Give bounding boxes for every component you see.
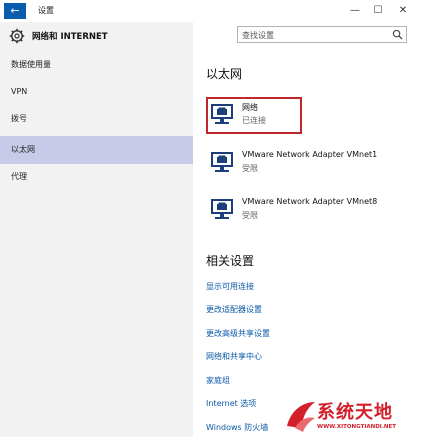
minimize-button[interactable]: — xyxy=(344,2,366,20)
network-status: 受限 xyxy=(242,211,258,220)
sidebar-header: 网络和 INTERNET xyxy=(0,22,193,48)
link-show-available[interactable]: 显示可用连接 xyxy=(206,281,254,292)
link-sharing-center[interactable]: 网络和共享中心 xyxy=(206,351,262,362)
watermark: 系统天地 WWW.XITONGTIANDI.NET xyxy=(281,396,421,436)
link-advanced-sharing[interactable]: 更改高级共享设置 xyxy=(206,328,270,339)
network-monitor-icon xyxy=(211,104,233,124)
sidebar-item-ethernet[interactable]: 以太网 xyxy=(0,136,193,164)
search-placeholder: 查找设置 xyxy=(242,31,274,40)
watermark-logo-icon xyxy=(287,402,315,432)
watermark-url: WWW.XITONGTIANDI.NET xyxy=(317,424,397,430)
link-homegroup[interactable]: 家庭组 xyxy=(206,375,230,386)
section-title-ethernet: 以太网 xyxy=(206,67,243,81)
network-name: 网络 xyxy=(242,103,258,112)
network-status: 受限 xyxy=(242,164,258,173)
network-monitor-icon xyxy=(211,199,233,219)
link-internet-options[interactable]: Internet 选项 xyxy=(206,398,256,409)
maximize-button[interactable]: ☐ xyxy=(367,2,389,20)
network-monitor-icon xyxy=(211,152,233,172)
network-name: VMware Network Adapter VMnet1 xyxy=(242,150,378,159)
window-title: 设置 xyxy=(38,6,54,15)
gear-icon xyxy=(9,28,25,44)
sidebar-item-vpn[interactable]: VPN xyxy=(0,79,193,105)
network-item[interactable]: 网络 已连接 xyxy=(206,98,416,134)
title-bar: ← 设置 — ☐ ✕ xyxy=(0,0,422,22)
link-windows-firewall[interactable]: Windows 防火墙 xyxy=(206,422,268,433)
search-icon xyxy=(392,29,403,40)
main-content: 查找设置 以太网 网络 已连接 VMware Network Adapter V… xyxy=(193,22,422,437)
watermark-title: 系统天地 xyxy=(317,402,393,423)
network-item[interactable]: VMware Network Adapter VMnet1 受限 xyxy=(206,146,416,182)
sidebar: 网络和 INTERNET 数据使用量 VPN 拨号 以太网 代理 xyxy=(0,22,193,437)
search-input[interactable]: 查找设置 xyxy=(237,26,407,43)
section-title-related: 相关设置 xyxy=(206,254,255,268)
page-title: 网络和 INTERNET xyxy=(32,32,108,42)
network-status: 已连接 xyxy=(242,116,266,125)
network-name: VMware Network Adapter VMnet8 xyxy=(242,197,378,206)
sidebar-item-proxy[interactable]: 代理 xyxy=(0,164,193,190)
close-button[interactable]: ✕ xyxy=(392,2,414,20)
sidebar-item-data-usage[interactable]: 数据使用量 xyxy=(0,52,193,78)
link-adapter-settings[interactable]: 更改适配器设置 xyxy=(206,304,262,315)
sidebar-item-dial-up[interactable]: 拨号 xyxy=(0,106,193,132)
network-item[interactable]: VMware Network Adapter VMnet8 受限 xyxy=(206,193,416,229)
back-button[interactable]: ← xyxy=(4,3,26,19)
